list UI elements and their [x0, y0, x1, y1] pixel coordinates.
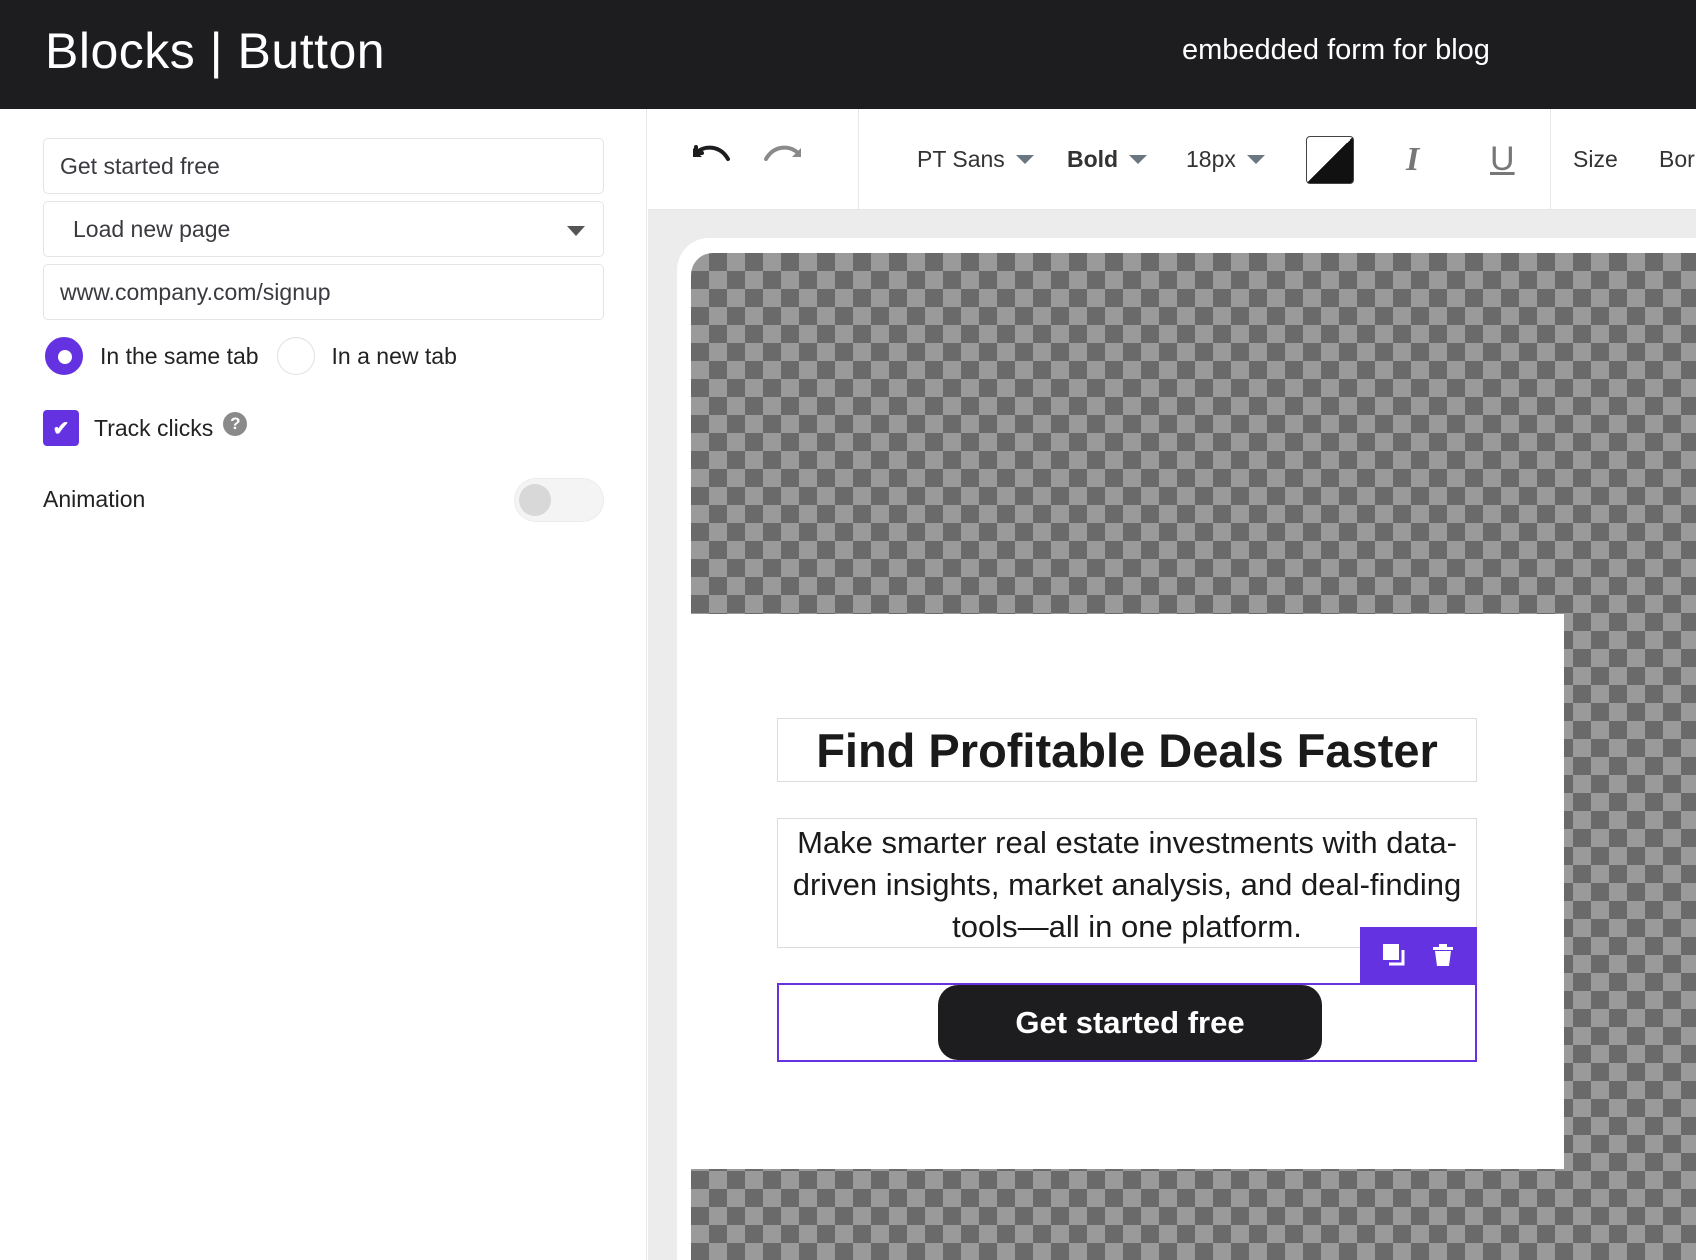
- headline-text-block[interactable]: Find Profitable Deals Faster: [777, 718, 1477, 782]
- redo-button[interactable]: [762, 109, 804, 210]
- cta-button[interactable]: Get started free: [938, 985, 1322, 1060]
- italic-icon: I: [1406, 140, 1420, 178]
- format-toolbar: PT Sans Bold 18px I U Size Bor: [648, 109, 1696, 210]
- open-in-radio-group: In the same tab In a new tab: [45, 337, 457, 375]
- font-size-value: 18px: [1186, 146, 1236, 172]
- font-family-select[interactable]: PT Sans: [917, 109, 1034, 210]
- url-input[interactable]: www.company.com/signup: [43, 264, 604, 320]
- action-select[interactable]: Load new page: [43, 201, 604, 257]
- radio-new-tab-label[interactable]: In a new tab: [332, 343, 457, 370]
- toggle-knob: [519, 484, 551, 516]
- button-text-input[interactable]: Get started free: [43, 138, 604, 194]
- font-family-value: PT Sans: [917, 146, 1005, 172]
- redo-icon: [764, 145, 801, 161]
- caret-down-icon: [1246, 155, 1265, 164]
- chevron-down-icon: [567, 226, 585, 236]
- color-swatch-icon: [1306, 135, 1354, 184]
- document-name[interactable]: embedded form for blog: [1182, 34, 1490, 67]
- button-block-selected[interactable]: Get started free: [777, 983, 1477, 1062]
- size-label: Size: [1573, 146, 1618, 172]
- action-select-value: Load new page: [73, 215, 231, 242]
- toolbar-divider: [858, 109, 859, 210]
- animation-toggle[interactable]: [514, 478, 604, 522]
- underline-button[interactable]: U: [1490, 109, 1515, 210]
- duplicate-icon: [1383, 944, 1405, 966]
- help-icon[interactable]: ?: [223, 412, 248, 436]
- font-size-select[interactable]: 18px: [1186, 109, 1265, 210]
- italic-button[interactable]: I: [1406, 109, 1419, 210]
- font-weight-value: Bold: [1067, 146, 1119, 172]
- caret-down-icon: [1129, 155, 1148, 164]
- app-header: Blocks | Button embedded form for blog: [0, 0, 1696, 109]
- trash-icon: [1432, 944, 1453, 966]
- underline-icon: U: [1490, 140, 1515, 178]
- radio-new-tab[interactable]: [276, 337, 315, 375]
- caret-down-icon: [1015, 155, 1034, 164]
- form-card[interactable]: Find Profitable Deals Faster Make smarte…: [691, 614, 1564, 1169]
- radio-same-tab[interactable]: [45, 337, 83, 375]
- border-button[interactable]: Bor: [1659, 109, 1695, 210]
- url-value: www.company.com/signup: [60, 278, 331, 305]
- duplicate-icon[interactable]: [1380, 941, 1408, 969]
- trash-icon[interactable]: [1429, 941, 1457, 969]
- app-title: Blocks | Button: [45, 23, 386, 79]
- checkmark-icon: ✔: [52, 417, 70, 440]
- button-text-value: Get started free: [60, 152, 220, 179]
- undo-button[interactable]: [690, 109, 732, 210]
- track-clicks-label[interactable]: Track clicks: [94, 415, 213, 442]
- track-clicks-row: ✔ Track clicks ?: [43, 410, 248, 446]
- track-clicks-checkbox[interactable]: ✔: [43, 410, 79, 446]
- undo-icon: [693, 144, 730, 161]
- radio-same-tab-label[interactable]: In the same tab: [100, 343, 259, 370]
- animation-label: Animation: [43, 486, 146, 512]
- font-weight-select[interactable]: Bold: [1067, 109, 1148, 210]
- block-actions: [1360, 927, 1477, 983]
- border-label: Bor: [1659, 146, 1695, 172]
- text-color-button[interactable]: [1306, 109, 1354, 210]
- toolbar-divider: [1550, 109, 1551, 210]
- size-button[interactable]: Size: [1573, 109, 1618, 210]
